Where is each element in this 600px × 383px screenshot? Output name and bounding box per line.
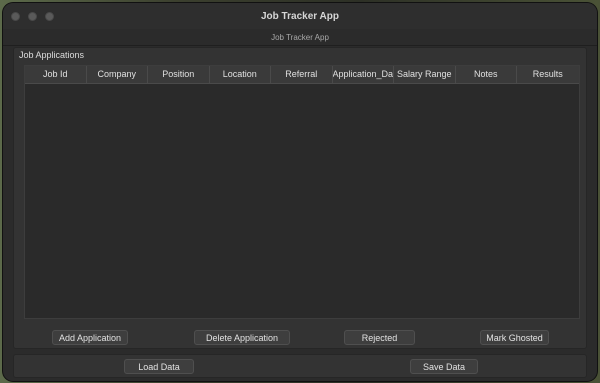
column-header-position[interactable]: Position bbox=[148, 66, 210, 83]
rejected-button[interactable]: Rejected bbox=[344, 330, 415, 345]
app-window: Job Tracker App Job Tracker App Job Appl… bbox=[3, 3, 597, 381]
app-subtitle: Job Tracker App bbox=[271, 32, 329, 42]
table-header: Job Id Company Position Location Referra… bbox=[25, 66, 579, 84]
column-header-location[interactable]: Location bbox=[210, 66, 271, 83]
window-title: Job Tracker App bbox=[261, 10, 339, 22]
column-header-results[interactable]: Results bbox=[517, 66, 579, 83]
minimize-window-icon[interactable] bbox=[28, 12, 37, 21]
save-data-button[interactable]: Save Data bbox=[410, 359, 478, 374]
column-header-application-date[interactable]: Application_Date bbox=[333, 66, 394, 83]
group-title: Job Applications bbox=[19, 50, 85, 60]
close-window-icon[interactable] bbox=[11, 12, 20, 21]
column-header-job-id[interactable]: Job Id bbox=[25, 66, 87, 83]
app-header: Job Tracker App bbox=[3, 29, 597, 46]
column-header-salary-range[interactable]: Salary Range bbox=[394, 66, 456, 83]
mark-ghosted-button[interactable]: Mark Ghosted bbox=[480, 330, 549, 345]
column-header-company[interactable]: Company bbox=[87, 66, 148, 83]
column-header-notes[interactable]: Notes bbox=[456, 66, 517, 83]
load-data-button[interactable]: Load Data bbox=[124, 359, 194, 374]
zoom-window-icon[interactable] bbox=[45, 12, 54, 21]
column-header-referral[interactable]: Referral bbox=[271, 66, 333, 83]
applications-table[interactable]: Job Id Company Position Location Referra… bbox=[24, 65, 580, 319]
add-application-button[interactable]: Add Application bbox=[52, 330, 128, 345]
delete-application-button[interactable]: Delete Application bbox=[194, 330, 290, 345]
footer-bar: Load Data Save Data bbox=[13, 354, 587, 378]
job-applications-group: Job Applications Job Id Company Position… bbox=[13, 47, 587, 349]
title-bar[interactable]: Job Tracker App bbox=[3, 3, 597, 29]
window-controls bbox=[11, 12, 54, 21]
